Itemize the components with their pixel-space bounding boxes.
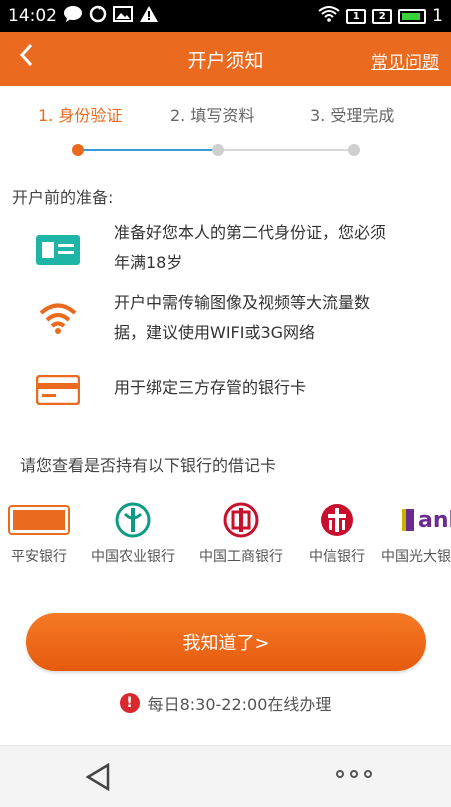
step-2-dot: [212, 144, 224, 156]
system-nav-bar: [0, 745, 451, 807]
ceb-logo-icon: anl: [378, 500, 451, 540]
prep-item-card: 用于绑定三方存管的银行卡: [0, 370, 451, 410]
more-dots-icon[interactable]: [336, 770, 372, 778]
banks-title: 请您查看是否持有以下银行的借记卡: [20, 456, 277, 475]
step-2: 2. 填写资料: [170, 106, 255, 125]
prep-id-line1: 准备好您本人的第二代身份证，您必须: [114, 223, 387, 242]
sync-icon: [89, 5, 107, 28]
bank-list: 平安银行 中国农业银行 中国工商银行 中信银行 anl 中国光大银行: [0, 500, 451, 570]
step-3-dot: [348, 144, 360, 156]
icbc-logo-icon: [196, 500, 286, 540]
bank-item-pingan: 平安银行: [0, 500, 84, 566]
sim2-icon: 2: [372, 8, 393, 24]
prep-network-line1: 开户中需传输图像及视频等大流量数: [114, 293, 371, 312]
bank-item-icbc: 中国工商银行: [196, 500, 286, 566]
bank-name: 平安银行: [11, 549, 67, 565]
pingan-logo-icon: [0, 500, 84, 540]
app-screen: 14:02 1 2 1 开户须知 常见问题 1. 身份验证 2. 填写资料 3.…: [0, 0, 451, 807]
wifi-icon: [32, 298, 84, 338]
step-progress: [0, 140, 451, 160]
image-icon: [113, 5, 133, 27]
bank-name: 中信银行: [309, 549, 365, 565]
battery-icon: [398, 8, 427, 24]
status-extra: 1: [432, 6, 443, 26]
step-indicator: 1. 身份验证 2. 填写资料 3. 受理完成: [0, 96, 451, 132]
progress-line-active: [84, 149, 212, 151]
prep-item-network: 开户中需传输图像及视频等大流量数 据，建议使用WIFI或3G网络: [0, 288, 451, 348]
bank-item-ceb: anl 中国光大银行: [378, 500, 451, 566]
prep-network-line2: 据，建议使用WIFI或3G网络: [114, 323, 316, 342]
prep-item-id: 准备好您本人的第二代身份证，您必须 年满18岁: [0, 218, 451, 278]
chat-icon: [63, 5, 83, 28]
bank-name: 中国工商银行: [199, 549, 283, 565]
sim1-icon: 1: [346, 8, 367, 24]
step-3: 3. 受理完成: [310, 106, 395, 125]
prep-id-line2: 年满18岁: [114, 253, 183, 272]
service-hours-text: 每日8:30-22:00在线办理: [147, 695, 332, 714]
service-hours: ! 每日8:30-22:00在线办理: [0, 690, 451, 716]
ceb-logo-text: anl: [418, 507, 451, 533]
preparation-title: 开户前的准备:: [12, 188, 114, 207]
bank-item-citic: 中信银行: [292, 500, 382, 566]
bank-card-icon: [32, 370, 84, 410]
status-time: 14:02: [8, 6, 57, 26]
triangle-back-icon[interactable]: [84, 762, 112, 792]
alert-icon: !: [119, 693, 140, 713]
progress-line-inactive: [224, 149, 348, 151]
bank-name: 中国光大银行: [381, 549, 451, 565]
wifi-status-icon: [318, 5, 340, 27]
faq-link[interactable]: 常见问题: [371, 48, 439, 73]
step-1: 1. 身份验证: [38, 106, 123, 125]
id-card-icon: [32, 230, 84, 270]
bank-item-abc: 中国农业银行: [88, 500, 178, 566]
abc-logo-icon: [88, 500, 178, 540]
citic-logo-icon: [292, 500, 382, 540]
step-1-dot: [72, 144, 84, 156]
app-header: 开户须知 常见问题: [0, 32, 451, 86]
bank-name: 中国农业银行: [91, 549, 175, 565]
acknowledge-button[interactable]: 我知道了>: [26, 613, 426, 671]
status-bar: 14:02 1 2 1: [0, 0, 451, 32]
prep-card-line1: 用于绑定三方存管的银行卡: [114, 378, 307, 397]
warning-icon: [139, 5, 159, 28]
